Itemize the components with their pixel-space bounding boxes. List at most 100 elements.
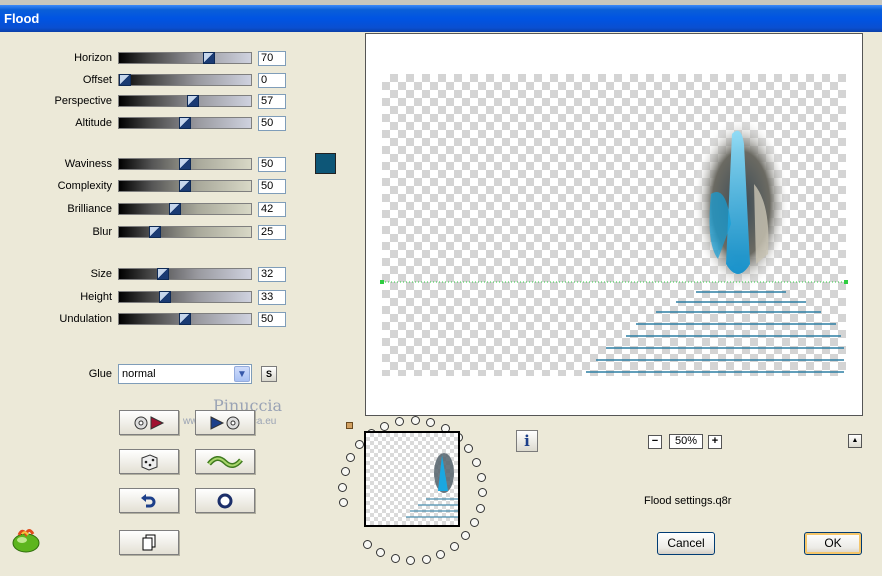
window-title: Flood <box>4 11 40 26</box>
offset-slider[interactable] <box>118 74 252 86</box>
dial-dot[interactable] <box>449 542 459 552</box>
dial-dot[interactable] <box>426 418 436 428</box>
perspective-value-input[interactable]: 57 <box>258 94 286 109</box>
wave-icon <box>207 455 243 468</box>
size-label: Size <box>90 268 112 280</box>
disc-play-icon <box>134 415 165 430</box>
reset-button[interactable] <box>195 488 255 513</box>
offset-value-input[interactable]: 0 <box>258 73 286 88</box>
horizon-slider[interactable] <box>118 52 252 64</box>
waviness-label: Waviness <box>64 158 112 170</box>
complexity-value-input[interactable]: 50 <box>258 179 286 194</box>
perspective-slider[interactable] <box>118 95 252 107</box>
altitude-slider-thumb[interactable] <box>179 117 191 129</box>
cancel-button[interactable]: Cancel <box>657 532 715 555</box>
dial-dot[interactable] <box>376 548 385 558</box>
glue-select[interactable]: normal ▼ <box>118 364 252 384</box>
blur-value-input[interactable]: 25 <box>258 225 286 240</box>
preview-image <box>380 116 848 373</box>
brilliance-slider[interactable] <box>118 203 252 215</box>
altitude-label: Altitude <box>75 117 112 129</box>
dial-dot[interactable] <box>410 416 420 426</box>
wave-button[interactable] <box>195 449 255 474</box>
ring-icon <box>217 493 233 508</box>
filter-logo-icon <box>12 529 40 553</box>
thumbnail-image <box>406 453 458 518</box>
dial-dot[interactable] <box>472 457 482 467</box>
undulation-value-input[interactable]: 50 <box>258 312 286 327</box>
glue-s-button[interactable]: S <box>261 366 277 382</box>
settings-filename: Flood settings.q8r <box>644 495 732 507</box>
dial-dot[interactable] <box>406 555 416 565</box>
horizon-slider-thumb[interactable] <box>203 52 215 64</box>
dial-dot[interactable] <box>390 553 400 563</box>
preview-canvas[interactable] <box>365 33 863 416</box>
size-value-input[interactable]: 32 <box>258 267 286 282</box>
ok-button[interactable]: OK <box>804 532 862 555</box>
dial-dot[interactable] <box>339 498 349 508</box>
offset-label: Offset <box>82 74 112 86</box>
waviness-slider-thumb[interactable] <box>179 158 191 170</box>
height-label: Height <box>80 291 112 303</box>
brilliance-value-input[interactable]: 42 <box>258 202 286 217</box>
waviness-value-input[interactable]: 50 <box>258 157 286 172</box>
dial-dot[interactable] <box>395 417 405 427</box>
horizon-label: Horizon <box>74 52 112 64</box>
glue-select-value: normal <box>122 368 156 380</box>
complexity-slider-thumb[interactable] <box>179 180 191 192</box>
perspective-slider-thumb[interactable] <box>187 95 200 107</box>
dial-dot[interactable] <box>470 518 480 528</box>
height-value-input[interactable]: 33 <box>258 290 286 305</box>
dial-dot[interactable] <box>476 472 486 482</box>
dial-dot[interactable] <box>464 444 474 454</box>
play-reverse-button[interactable] <box>119 410 179 435</box>
brilliance-label: Brilliance <box>67 203 112 215</box>
dial-dot[interactable] <box>340 467 350 477</box>
color-swatch[interactable] <box>315 153 336 174</box>
dial-dot[interactable] <box>380 421 390 431</box>
dial-dot[interactable] <box>355 439 365 449</box>
dial-dot[interactable] <box>475 503 485 513</box>
random-button[interactable] <box>119 449 179 474</box>
altitude-value-input[interactable]: 50 <box>258 116 286 131</box>
dial-dot[interactable] <box>363 539 372 549</box>
navigator-handle[interactable] <box>346 422 353 429</box>
dial-dot[interactable] <box>338 482 348 492</box>
collapse-up-button[interactable]: ▲ <box>848 434 862 448</box>
play-disc-icon <box>210 415 240 430</box>
waviness-slider[interactable] <box>118 158 252 170</box>
horizon-value-input[interactable]: 70 <box>258 51 286 66</box>
blur-slider-thumb[interactable] <box>149 226 161 238</box>
offset-slider-thumb[interactable] <box>119 74 131 86</box>
complexity-slider[interactable] <box>118 180 252 192</box>
chevron-down-icon[interactable]: ▼ <box>234 366 250 382</box>
blur-slider[interactable] <box>118 226 252 238</box>
play-forward-button[interactable] <box>195 410 255 435</box>
height-slider[interactable] <box>118 291 252 303</box>
height-slider-thumb[interactable] <box>158 291 171 303</box>
dice-icon <box>141 453 158 471</box>
perspective-label: Perspective <box>54 95 112 107</box>
dial-dot[interactable] <box>461 531 471 541</box>
copy-button[interactable] <box>119 530 179 555</box>
dial-dot[interactable] <box>477 488 487 498</box>
dial-dot[interactable] <box>346 452 356 462</box>
thumbnail-preview[interactable] <box>364 431 460 527</box>
info-button[interactable]: i <box>516 430 538 452</box>
undulation-slider[interactable] <box>118 313 252 325</box>
size-slider-thumb[interactable] <box>157 268 170 280</box>
zoom-value: 50% <box>669 434 703 449</box>
undulation-slider-thumb[interactable] <box>179 313 191 325</box>
complexity-label: Complexity <box>57 180 112 192</box>
undulation-label: Undulation <box>59 313 112 325</box>
dial-dot[interactable] <box>436 549 446 559</box>
altitude-slider[interactable] <box>118 117 252 129</box>
brilliance-slider-thumb[interactable] <box>169 203 182 215</box>
glue-label: Glue <box>88 368 112 380</box>
undo-button[interactable] <box>119 488 179 513</box>
size-slider[interactable] <box>118 268 252 280</box>
undo-icon <box>141 493 156 507</box>
dial-dot[interactable] <box>421 554 431 564</box>
zoom-out-button[interactable]: − <box>648 435 662 449</box>
zoom-in-button[interactable]: + <box>708 435 722 449</box>
